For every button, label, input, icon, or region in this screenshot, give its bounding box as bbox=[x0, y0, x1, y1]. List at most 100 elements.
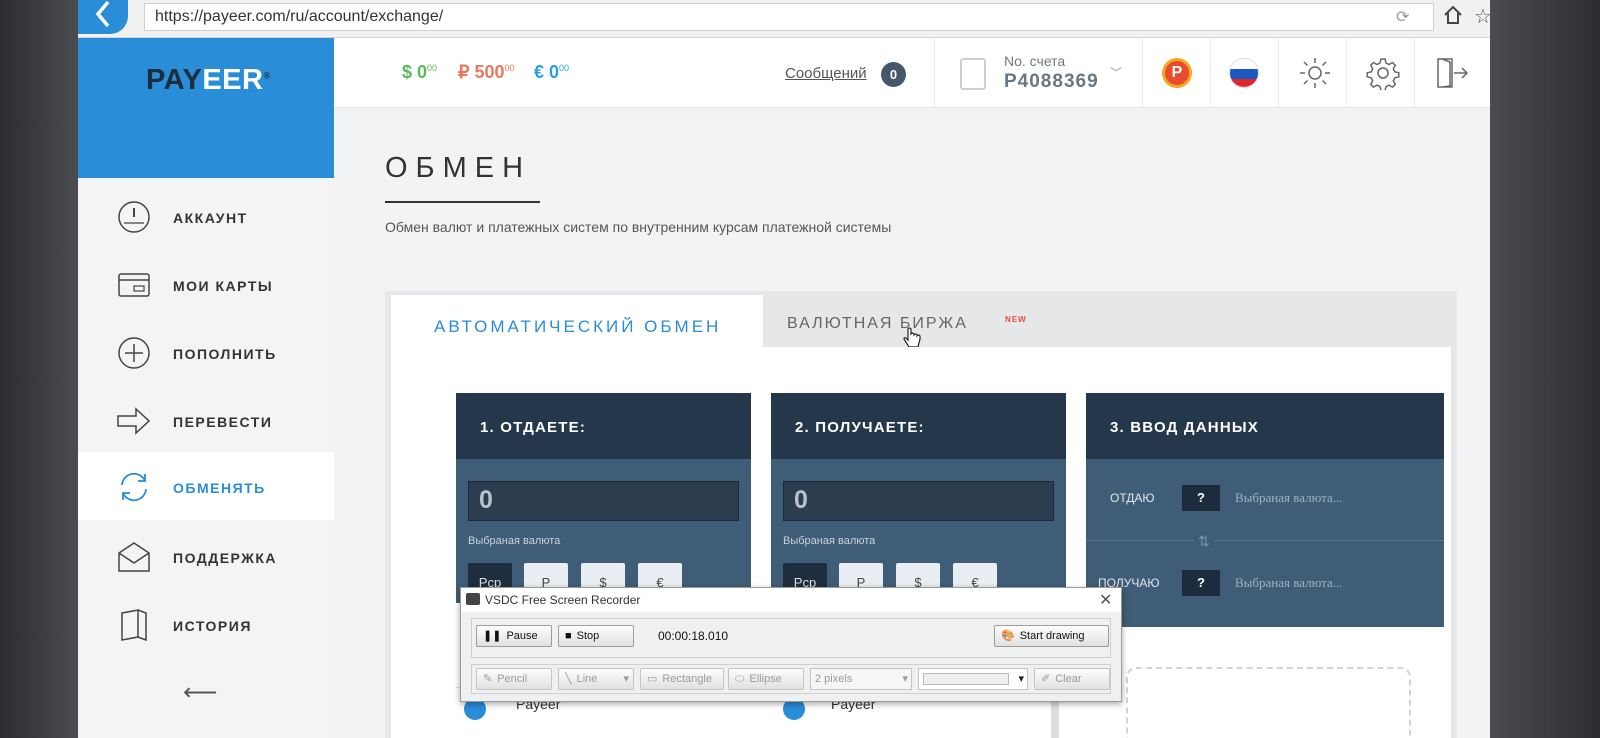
right-background-strip bbox=[1490, 0, 1600, 738]
tab-auto-exchange-label: АВТОМАТИЧЕСКИЙ ОБМЕН bbox=[434, 317, 722, 336]
recorder-titlebar: VSDC Free Screen Recorder ✕ bbox=[461, 588, 1121, 612]
divider bbox=[934, 38, 935, 108]
camera-icon bbox=[466, 593, 480, 605]
chevron-down-icon[interactable]: ﹀ bbox=[1110, 64, 1122, 81]
pencil-label: Pencil bbox=[497, 673, 528, 685]
url-input[interactable]: https://payeer.com/ru/account/exchange/ bbox=[144, 3, 1434, 31]
swap-icon[interactable]: ⇅ bbox=[1194, 533, 1214, 550]
gear-icon[interactable] bbox=[1366, 56, 1400, 90]
screen-recorder-window: VSDC Free Screen Recorder ✕ ❚❚ Pause ■ Sto… bbox=[460, 587, 1122, 702]
pencil-icon: ✎ bbox=[483, 673, 493, 685]
payeer-coin-icon[interactable]: P bbox=[1162, 58, 1192, 88]
receive-amount-input[interactable]: 0 bbox=[783, 481, 1054, 521]
pause-button-label: Pause bbox=[506, 630, 538, 642]
divider bbox=[1278, 38, 1279, 108]
balance-eur-cents: 00 bbox=[559, 63, 570, 73]
data-entry-header: 3. ВВОД ДАННЫХ bbox=[1086, 393, 1444, 459]
divider bbox=[1346, 38, 1347, 108]
line-button[interactable]: ╲ Line ▾ bbox=[558, 668, 634, 690]
left-background-strip bbox=[0, 0, 78, 738]
tab-currency-market[interactable]: ВАЛЮТНАЯ БИРЖА bbox=[787, 315, 968, 333]
pencil-button[interactable]: ✎ Pencil bbox=[476, 668, 552, 690]
balance-usd-symbol: $ bbox=[402, 62, 413, 82]
new-badge: NEW bbox=[1005, 315, 1027, 324]
rectangle-icon: ▭ bbox=[647, 673, 658, 685]
color-select[interactable]: ▾ bbox=[918, 668, 1028, 690]
account-number[interactable]: P4088369 bbox=[1004, 71, 1099, 93]
data-entry-separator bbox=[1086, 540, 1444, 541]
receive-header: 2. ПОЛУЧАЕТЕ: bbox=[771, 393, 1066, 459]
brightness-icon[interactable] bbox=[1298, 56, 1332, 90]
refresh-icon[interactable]: ⟳ bbox=[1396, 7, 1409, 27]
data-entry-header-label: 3. ВВОД ДАННЫХ bbox=[1110, 419, 1259, 436]
sidebar-item-account[interactable]: АККАУНТ bbox=[78, 182, 334, 250]
page-description: Обмен валют и платежных систем по внутре… bbox=[385, 219, 892, 235]
sidebar-item-label: ПОДДЕРЖКА bbox=[173, 550, 278, 566]
give-currency-placeholder[interactable]: ? bbox=[1182, 485, 1220, 511]
messages-count-badge[interactable]: 0 bbox=[881, 62, 906, 87]
card-icon bbox=[118, 273, 150, 297]
exchange-icon bbox=[121, 472, 147, 502]
balance-rub-amount: 500 bbox=[474, 62, 505, 82]
divider bbox=[1142, 38, 1143, 108]
start-drawing-label: Start drawing bbox=[1019, 630, 1085, 642]
back-arrow-icon bbox=[95, 0, 110, 28]
balance-usd[interactable]: $ 000 bbox=[402, 62, 437, 83]
recorder-title: VSDC Free Screen Recorder bbox=[485, 593, 641, 607]
sidebar-item-exchange[interactable]: ОБМЕНЯТЬ bbox=[78, 452, 334, 520]
sidebar-item-label: ПОПОЛНИТЬ bbox=[173, 346, 277, 362]
color-swatch bbox=[923, 673, 1009, 685]
logo-eer-text: EER bbox=[202, 64, 264, 96]
close-icon[interactable]: ✕ bbox=[1099, 590, 1112, 610]
balance-eur[interactable]: € 000 bbox=[534, 62, 569, 83]
clear-button[interactable]: ✐ Clear bbox=[1034, 668, 1110, 690]
dropzone-outline bbox=[1126, 667, 1411, 738]
divider bbox=[1210, 38, 1211, 108]
receive-header-label: 2. ПОЛУЧАЕТЕ: bbox=[795, 419, 925, 436]
clear-label: Clear bbox=[1055, 673, 1082, 685]
stop-icon: ■ bbox=[565, 630, 572, 642]
dashboard-icon bbox=[118, 201, 150, 233]
ellipse-button[interactable]: ⬭ Ellipse bbox=[728, 668, 804, 690]
balance-usd-amount: 0 bbox=[417, 62, 428, 82]
stroke-size-select[interactable]: 2 pixels ▾ bbox=[810, 668, 912, 690]
messages-link[interactable]: Сообщений bbox=[785, 65, 867, 82]
line-icon: ╲ bbox=[565, 673, 572, 685]
page-title: ОБМЕН bbox=[385, 152, 532, 184]
sidebar-item-support[interactable]: ПОДДЕРЖКА bbox=[78, 522, 334, 590]
collapse-sidebar-icon[interactable]: ⟵ bbox=[183, 678, 217, 707]
browser-window: https://payeer.com/ru/account/exchange/ … bbox=[78, 0, 1490, 738]
sidebar-item-label: МОИ КАРТЫ bbox=[173, 278, 274, 294]
sidebar-item-cards[interactable]: МОИ КАРТЫ bbox=[78, 250, 334, 318]
give-header-label: 1. ОТДАЕТЕ: bbox=[480, 419, 587, 436]
logo-area: PAYEER® bbox=[78, 38, 334, 178]
give-column: 1. ОТДАЕТЕ: 0 Выбраная валюта Pcp Р $ € bbox=[456, 393, 751, 603]
home-icon[interactable] bbox=[1442, 4, 1464, 26]
balance-usd-cents: 00 bbox=[427, 63, 438, 73]
give-selected-currency: Выбраная валюта... bbox=[1235, 490, 1343, 505]
give-selected-currency-label: Выбраная валюта bbox=[468, 535, 561, 547]
sidebar-item-history[interactable]: ИСТОРИЯ bbox=[78, 590, 334, 658]
sidebar-item-transfer[interactable]: ПЕРЕВЕСТИ bbox=[78, 386, 334, 454]
balance-rub[interactable]: ₽ 50000 bbox=[458, 62, 515, 83]
browser-back-button[interactable] bbox=[78, 0, 128, 34]
balance-rub-cents: 00 bbox=[504, 63, 515, 73]
russia-flag-icon[interactable] bbox=[1229, 58, 1259, 88]
tab-auto-exchange[interactable]: АВТОМАТИЧЕСКИЙ ОБМЕН bbox=[391, 295, 763, 351]
logout-icon[interactable] bbox=[1434, 56, 1470, 90]
stroke-size-value: 2 pixels bbox=[815, 673, 853, 685]
give-row-label: ОТДАЮ bbox=[1110, 491, 1155, 505]
stop-button[interactable]: ■ Stop bbox=[558, 625, 634, 647]
give-amount-input[interactable]: 0 bbox=[468, 481, 739, 521]
start-drawing-button[interactable]: 🎨 Start drawing bbox=[994, 625, 1109, 647]
receive-currency-placeholder[interactable]: ? bbox=[1182, 570, 1220, 596]
bookmark-star-icon[interactable]: ☆ bbox=[1474, 4, 1490, 29]
pause-button[interactable]: ❚❚ Pause bbox=[476, 625, 552, 647]
sidebar-item-deposit[interactable]: ПОПОЛНИТЬ bbox=[78, 318, 334, 386]
rectangle-button[interactable]: ▭ Rectangle bbox=[640, 668, 724, 690]
balance-eur-symbol: € bbox=[534, 62, 545, 82]
address-bar: https://payeer.com/ru/account/exchange/ … bbox=[78, 0, 1490, 38]
data-entry-column: 3. ВВОД ДАННЫХ ОТДАЮ ? Выбраная валюта..… bbox=[1086, 393, 1444, 627]
arrow-right-icon bbox=[117, 407, 151, 435]
payeer-logo[interactable]: PAYEER® bbox=[146, 64, 271, 97]
